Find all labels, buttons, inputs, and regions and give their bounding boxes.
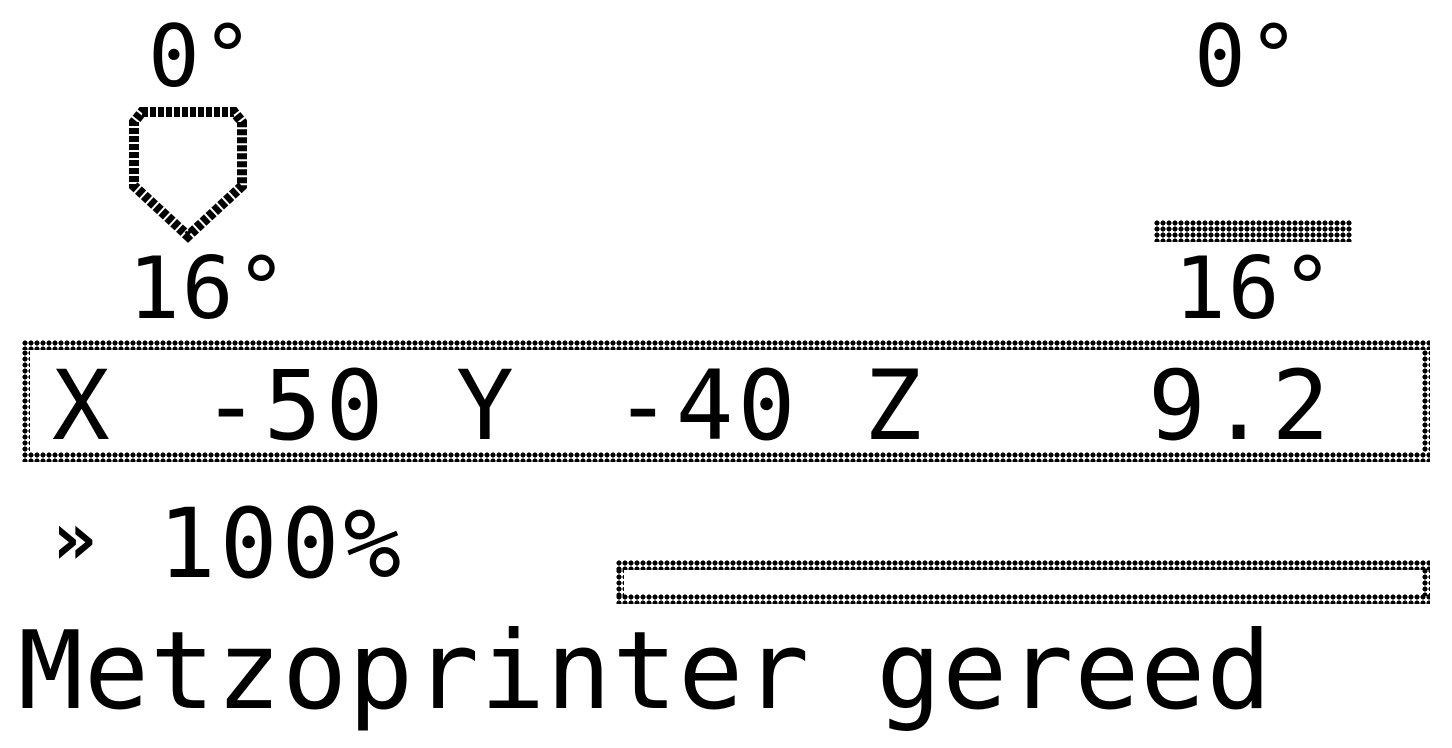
bed-current-temp: 16°	[1174, 239, 1336, 339]
z-axis-value: 9.2	[1148, 350, 1334, 462]
x-axis-value: -50	[202, 350, 388, 462]
print-progress-bar	[616, 560, 1430, 604]
nozzle-icon	[129, 107, 247, 243]
hotend-target-temp: 0°	[148, 7, 256, 107]
status-message: Metzoprinter gereed	[18, 609, 1273, 734]
bed-target-temp: 0°	[1194, 7, 1302, 107]
hotend-current-temp: 16°	[128, 239, 290, 339]
y-axis-label: Y	[456, 350, 514, 462]
feedrate-value: 100%	[158, 488, 406, 600]
feedrate-arrow-icon: »	[52, 496, 97, 582]
printer-lcd-screen: 0° 16° 0° 16° X -50 Y -40 Z 9.2 » 100% M…	[0, 0, 1452, 748]
y-axis-value: -40	[614, 350, 800, 462]
x-axis-label: X	[52, 350, 110, 462]
z-axis-label: Z	[864, 350, 922, 462]
position-status-bar: X -50 Y -40 Z 9.2	[22, 340, 1430, 462]
